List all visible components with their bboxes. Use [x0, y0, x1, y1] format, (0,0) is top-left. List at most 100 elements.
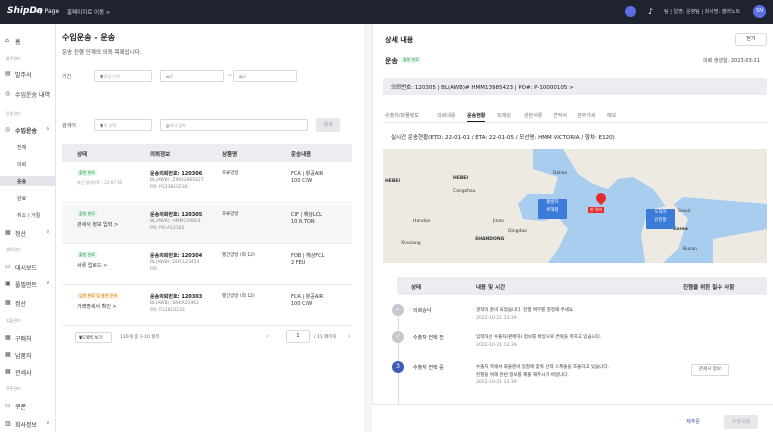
search-type-select[interactable]: 항목 선택 ▼ — [94, 119, 152, 131]
column-status[interactable]: 상태 — [77, 150, 87, 158]
destination-marker[interactable]: 도착지 인천항 — [646, 209, 675, 229]
table-row[interactable]: 출항 완료 서류 업로드 > 운송의뢰번호: 120304 BL(AWB): D… — [62, 246, 352, 285]
created-date: 의뢰 생성일: 2023-03-21 — [703, 58, 760, 64]
sidebar-sub-cancel[interactable]: 취소 / 거절 — [0, 210, 55, 220]
row-ship-qty: 100 C/W — [291, 301, 313, 307]
sidebar-item-coupon[interactable]: ▭ 쿠폰 — [0, 400, 55, 412]
search-input[interactable]: 검색어 입력 ⌕ — [160, 119, 308, 131]
id-text[interactable]: 의뢰번호: 120305 | BL(AWB)# HMM13985423 | PO… — [391, 83, 574, 91]
origin-marker[interactable]: 출발지 위해항 — [538, 199, 567, 219]
id-bar: 의뢰번호: 120305 | BL(AWB)# HMM13985423 | PO… — [383, 78, 767, 95]
row-request-no: 운송의뢰번호: 120303 — [150, 294, 203, 300]
row-po: PO: PO-A12345 — [150, 226, 185, 231]
close-button[interactable]: 닫기 — [735, 33, 767, 46]
column-shipping[interactable]: 운송내용 — [291, 150, 311, 158]
document-icon: ▤ — [5, 70, 11, 77]
bell-icon[interactable]: ♪ — [645, 6, 656, 17]
sidebar-sub-all[interactable]: 전체 — [0, 142, 55, 152]
table-row[interactable]: 출항 완료 최근 업데이트 : 22-07-30 운송의뢰번호: 120306 … — [62, 164, 352, 203]
row-ship-qty: 100 C/W — [291, 178, 313, 184]
card-icon: ▦ — [5, 229, 11, 236]
sidebar-item-order[interactable]: ▤ 발주서 — [0, 68, 55, 80]
sidebar-item-import-inquiry[interactable]: ◎ 수입운송 내역 — [0, 88, 55, 100]
list-panel: 수입운송 - 운송 운송 진행 단계의 의뢰 목록입니다. 기간 기준일 선택 ▼… — [56, 24, 364, 432]
row-status-link[interactable]: 서류 업로드 > — [77, 262, 107, 269]
item-count: 110개 중 1-10 항목 — [120, 335, 160, 340]
step-number: 3 — [392, 361, 404, 373]
timeline-desc: 견적이 준비 되었습니다. 진행 여부를 결정해 주세요. — [476, 308, 575, 313]
route-map[interactable]: HEBEI HEBEI Cangzhou Dalian SHANDONG Jin… — [383, 149, 767, 263]
row-request-no: 운송의뢰번호: 120306 — [150, 171, 203, 177]
timeline-desc: 진행을 위해 관련 정보를 제출 해주시기 바랍니다. — [476, 373, 569, 378]
prev-page-button[interactable]: ‹ — [266, 333, 268, 340]
chevron-down-icon: ∨ — [46, 280, 50, 286]
sidebar-item-fulfill[interactable]: ▣ 풀필먼트 ∨ — [0, 278, 55, 290]
timeline-step: 수출자 컨택 전 — [413, 335, 444, 341]
sidebar-item-company[interactable]: ▥ 회사정보 ∨ — [0, 418, 55, 430]
table-row[interactable]: 출항 완료 관세사 정보 입력 > 운송의뢰번호: 120305 BL(AWB)… — [62, 205, 352, 244]
tab-tracking[interactable]: 트래킹 — [497, 112, 511, 119]
tab-documents[interactable]: 관련서류 — [524, 112, 542, 119]
chevron-up-icon: ∧ — [46, 126, 50, 132]
row-status-link[interactable]: 거래명세서 확인 > — [77, 303, 117, 310]
tab-exporter[interactable]: 수출자/화물정보 — [385, 112, 419, 119]
sidebar-sub-complete[interactable]: 완료 — [0, 193, 55, 203]
row-ship-terms: FOB | 해상FCL — [291, 253, 325, 259]
sidebar-item-import[interactable]: ◎ 수입운송 ∧ — [0, 124, 55, 136]
chevron-down-icon: ▼ — [100, 123, 104, 128]
detail-panel: 상세 내용 닫기 운송 출항 완료 의뢰 생성일: 2023-03-21 의뢰번… — [372, 24, 773, 432]
date-end-input[interactable]: 종료 ▭ — [233, 70, 297, 82]
status-badge: 출항 완료 — [77, 170, 97, 176]
map-label: Cangzhou — [453, 189, 476, 194]
date-start-input[interactable]: 시작 ▭ — [160, 70, 224, 82]
sidebar-item-customs[interactable]: ▦ 관세사 — [0, 366, 55, 378]
period-select[interactable]: 기준일 선택 ▼ — [94, 70, 152, 82]
home-icon: ⌂ — [5, 37, 9, 44]
map-label: Seoul — [678, 209, 691, 214]
box-icon: ▣ — [5, 280, 11, 287]
map-label: Jinan — [493, 219, 505, 224]
sidebar-item-dashboard[interactable]: ▭ 대시보드 — [0, 261, 55, 273]
next-page-button[interactable]: › — [348, 333, 350, 340]
tab-memo[interactable]: 메모 — [607, 112, 616, 119]
map-label: Handan — [413, 219, 431, 224]
page-size-select[interactable]: 15개씩 보기 ▼ — [75, 332, 112, 343]
tab-tax[interactable]: 관부가세 — [577, 112, 595, 119]
row-status-link[interactable]: 관세사 정보 입력 > — [77, 221, 118, 228]
reorder-button[interactable]: 제주문 — [676, 415, 710, 429]
tab-transport-status[interactable]: 운송현황 — [467, 112, 486, 122]
map-label: Busan — [683, 247, 697, 252]
sidebar-item-settle2[interactable]: ▦ 정산 — [0, 297, 55, 309]
sidebar-sub-transport[interactable]: 운송 — [0, 176, 55, 186]
sidebar-item-order2[interactable]: ▦ 구매처 — [0, 332, 55, 344]
sidebar-sub-request[interactable]: 의뢰 — [0, 159, 55, 169]
status-badge: 입항 완료 및 통관 준비 — [77, 293, 120, 299]
status-badge: 출항 완료 — [77, 211, 97, 217]
notification-icon[interactable] — [625, 6, 636, 17]
row-product: 조류양방 — [222, 171, 239, 176]
tab-request[interactable]: 의뢰내용 — [437, 112, 455, 119]
map-label: HEBEI — [385, 179, 401, 184]
avatar[interactable]: SN — [753, 5, 766, 18]
row-request-no: 운송의뢰번호: 120305 — [150, 212, 203, 218]
tab-quote[interactable]: 견적서 — [553, 112, 567, 119]
request-edit-button[interactable]: 수정요청 — [724, 415, 758, 429]
search-button[interactable]: 검색 — [316, 118, 340, 132]
timeline-desc: 입력하신 수출자(판매자) 정보를 바탕으로 연락을 취하고 있습니다. — [476, 335, 602, 340]
dashboard-icon: ▭ — [5, 263, 11, 270]
page-number-input[interactable]: 1 — [286, 330, 310, 343]
sidebar-item-home[interactable]: ⌂ 홈 — [0, 35, 55, 47]
sidebar-item-ship-to[interactable]: ▦ 납품처 — [0, 349, 55, 361]
search-label: 검색어 — [62, 123, 76, 129]
map-land — [383, 149, 767, 263]
table-row[interactable]: 입항 완료 및 통관 준비 거래명세서 확인 > 운송의뢰번호: 120303 … — [62, 287, 352, 326]
customs-info-button[interactable]: 관세사 정보 — [691, 364, 729, 376]
row-product[interactable]: 펭긴양방 (외 12) — [222, 252, 255, 258]
grid-icon: ▦ — [5, 368, 11, 375]
home-link[interactable]: 홈페이지로 이동 > — [67, 8, 111, 16]
sidebar-section: 센터관리 — [6, 247, 21, 252]
row-product[interactable]: 펭긴양방 (외 12) — [222, 293, 255, 299]
row-ship-terms: FCA | 항공AIR — [291, 294, 324, 300]
grid-icon: ▦ — [5, 351, 11, 358]
sidebar-item-settle[interactable]: ▦ 정산 ∨ — [0, 227, 55, 239]
